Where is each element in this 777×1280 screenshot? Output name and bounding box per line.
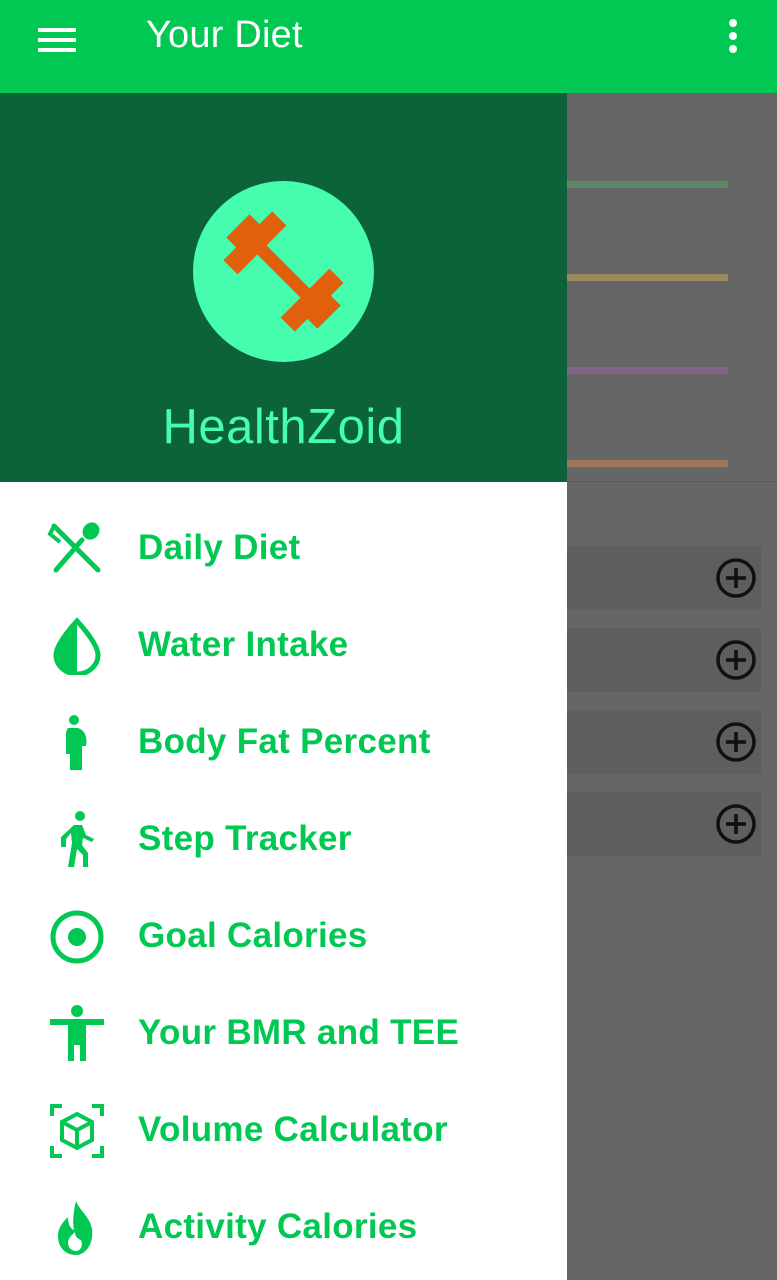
app-bar: Your Diet	[0, 0, 777, 93]
meal-row	[567, 628, 761, 692]
target-icon	[46, 908, 108, 966]
nav-item-label: Water Intake	[138, 625, 349, 664]
app-logo	[193, 181, 374, 362]
nav-item-daily-diet[interactable]: Daily Diet	[0, 500, 567, 597]
nav-item-activity-calories[interactable]: Activity Calories	[0, 1179, 567, 1276]
navigation-drawer: HealthZoid Daily Diet Water Intake Body …	[0, 93, 567, 1280]
hamburger-menu-icon[interactable]	[30, 20, 84, 60]
fat-progress-line	[567, 460, 728, 467]
nav-item-body-fat-percent[interactable]: Body Fat Percent	[0, 694, 567, 791]
add-circle-icon[interactable]	[715, 721, 757, 763]
calorie-progress-line	[567, 181, 728, 188]
brand-name: HealthZoid	[162, 400, 405, 454]
add-circle-icon[interactable]	[715, 803, 757, 845]
meal-row	[567, 710, 761, 774]
nav-item-bmr-and-tee[interactable]: Your BMR and TEE	[0, 985, 567, 1082]
add-circle-icon[interactable]	[715, 639, 757, 681]
protein-progress-line	[567, 274, 728, 281]
flame-icon	[46, 1199, 108, 1257]
nav-item-water-intake[interactable]: Water Intake	[0, 597, 567, 694]
pregnant-woman-icon	[46, 714, 108, 772]
carbs-progress-line	[567, 367, 728, 374]
nav-item-label: Daily Diet	[138, 528, 301, 567]
nav-item-goal-calories[interactable]: Goal Calories	[0, 888, 567, 985]
cube-scan-icon	[46, 1102, 108, 1160]
dumbbell-icon	[223, 211, 344, 332]
walking-person-icon	[46, 811, 108, 869]
accessibility-person-icon	[46, 1005, 108, 1063]
meal-row	[567, 792, 761, 856]
drawer-header: HealthZoid	[0, 93, 567, 482]
water-drop-icon	[46, 617, 108, 677]
nav-item-label: Body Fat Percent	[138, 722, 431, 761]
add-circle-icon[interactable]	[715, 557, 757, 599]
nav-item-volume-calculator[interactable]: Volume Calculator	[0, 1082, 567, 1179]
utensils-icon	[46, 520, 108, 578]
nav-item-label: Goal Calories	[138, 916, 368, 955]
more-vertical-icon[interactable]	[716, 16, 750, 60]
divider	[567, 481, 777, 482]
nav-item-step-tracker[interactable]: Step Tracker	[0, 791, 567, 888]
nav-item-label: Your BMR and TEE	[138, 1013, 460, 1052]
nav-item-label: Volume Calculator	[138, 1110, 448, 1149]
nav-item-label: Step Tracker	[138, 819, 352, 858]
app-title: Your Diet	[146, 14, 303, 56]
meal-row	[567, 546, 761, 610]
nav-item-label: Activity Calories	[138, 1207, 418, 1246]
